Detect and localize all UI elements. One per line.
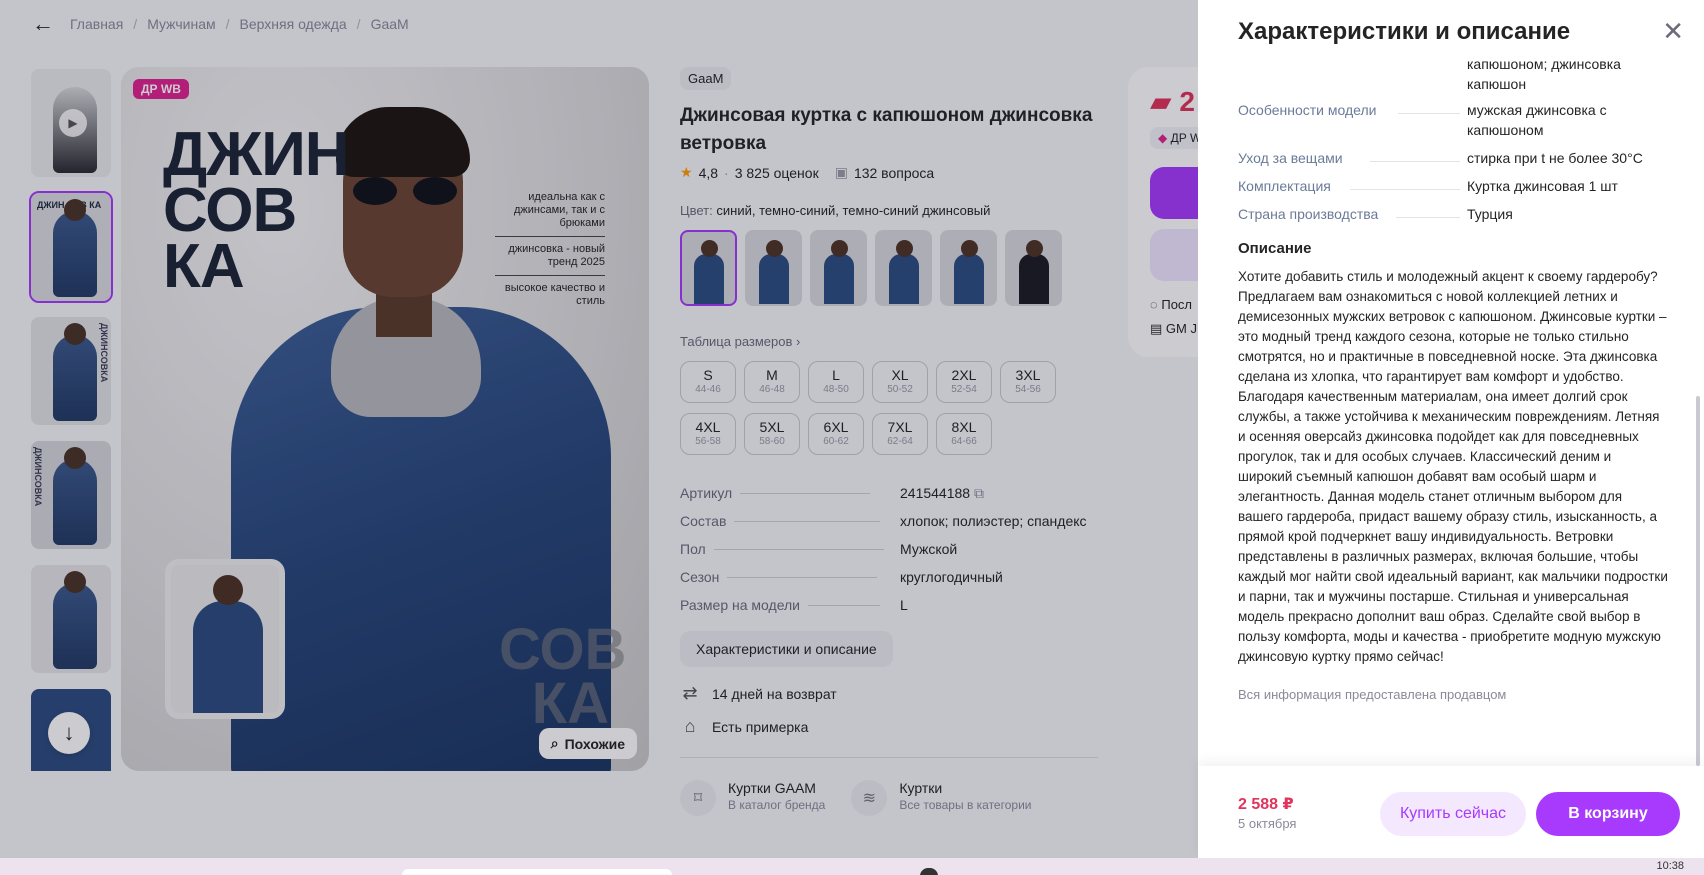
dotted-leader [1398,113,1460,114]
buy-now-button[interactable]: Купить сейчас [1380,792,1526,836]
drawer-footer: 2 588 ₽ 5 октября Купить сейчас В корзин… [1198,766,1704,858]
taskbar-search[interactable] [402,869,672,875]
char-row: капюшоном; джинсовка капюшон [1238,54,1668,94]
drawer-price: 2 588 ₽ [1238,796,1294,813]
add-to-cart-button[interactable]: В корзину [1536,792,1680,836]
seller-note: Вся информация предоставлена продавцом [1238,687,1507,702]
char-value: Куртка джинсовая 1 шт [1467,178,1618,194]
drawer-content[interactable]: капюшоном; джинсовка капюшон Особенности… [1238,54,1668,766]
char-key: Комплектация [1238,178,1331,194]
delivery-date: 5 октября [1238,816,1297,831]
dotted-leader [1350,189,1460,190]
char-row: Страна производства Турция [1238,204,1668,224]
char-key: Особенности модели [1238,102,1377,118]
description-text: Хотите добавить стиль и молодежный акцен… [1238,269,1668,664]
description-heading: Описание [1238,240,1312,257]
drawer-scrollbar[interactable] [1696,396,1700,766]
modal-overlay[interactable] [0,0,1198,858]
dotted-leader [1370,161,1460,162]
char-row: Комплектация Куртка джинсовая 1 шт [1238,176,1668,196]
taskbar-app-icon[interactable] [920,868,938,875]
char-value: капюшоном; джинсовка капюшон [1467,56,1621,92]
char-key: Страна производства [1238,206,1379,222]
char-key: Уход за вещами [1238,150,1343,166]
char-value: стирка при t не более 30°C [1467,150,1643,166]
dotted-leader [1396,217,1460,218]
char-value: Турция [1467,206,1513,222]
os-taskbar: 10:38 [0,858,1704,875]
characteristics-drawer: Характеристики и описание ✕ капюшоном; д… [1198,0,1704,858]
char-value: мужская джинсовка с капюшоном [1467,102,1607,138]
char-row: Особенности модели мужская джинсовка с к… [1238,100,1668,140]
char-row: Уход за вещами стирка при t не более 30°… [1238,148,1668,168]
close-icon[interactable]: ✕ [1662,18,1684,44]
drawer-title: Характеристики и описание [1238,18,1571,45]
taskbar-clock: 10:38 [1656,860,1684,872]
